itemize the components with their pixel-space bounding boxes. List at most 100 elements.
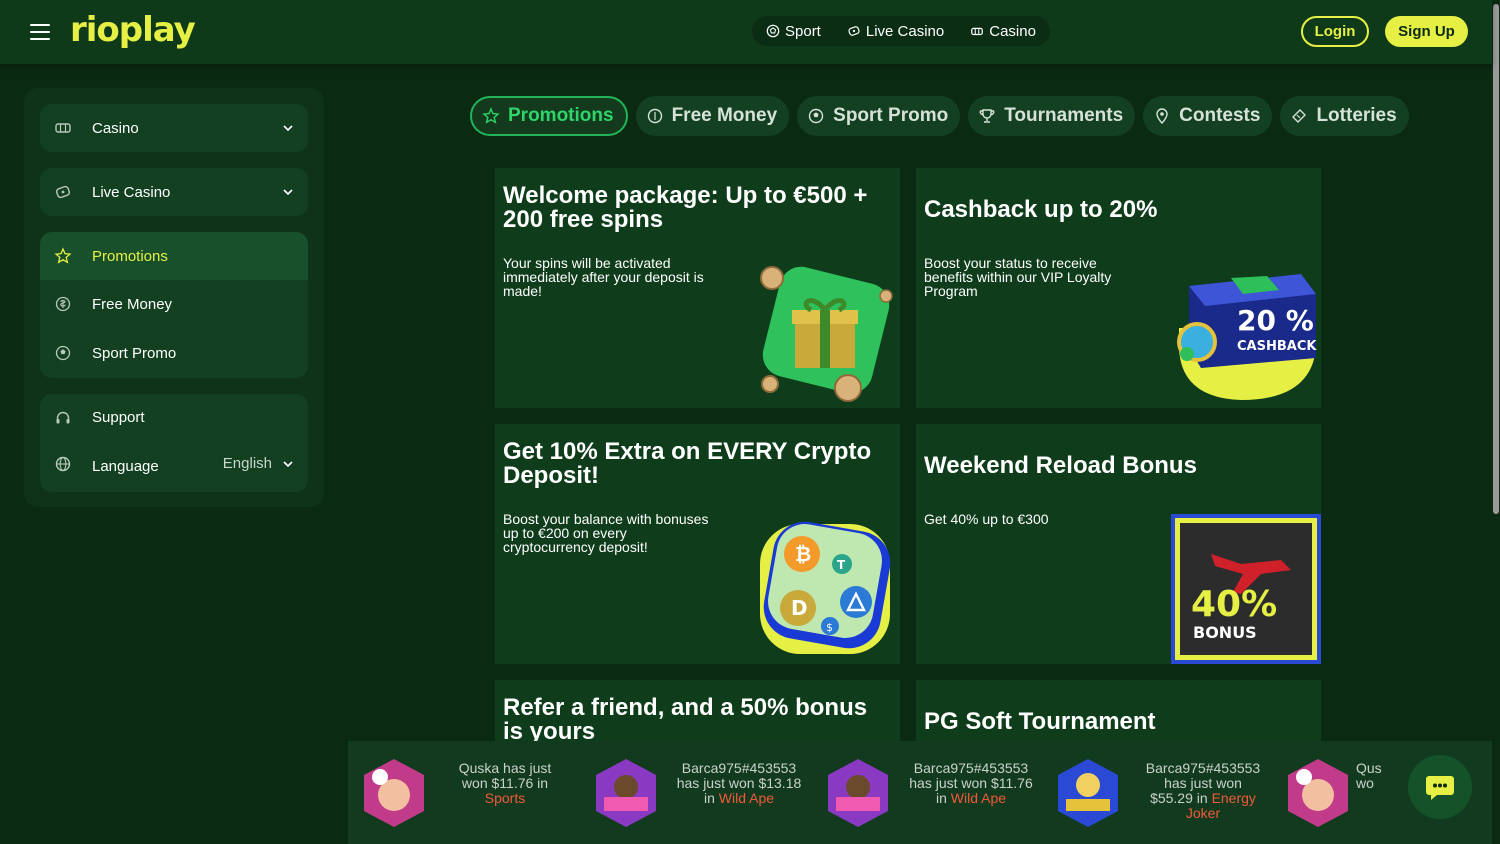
nav-live-casino-label: Live Casino	[865, 22, 945, 40]
sidebar-item-label: Free Money	[92, 296, 173, 313]
game-thumbnail	[1288, 759, 1348, 827]
nav-casino[interactable]: Casino	[970, 23, 1036, 40]
promo-desc: Your spins will be activated immediately…	[503, 255, 704, 299]
svg-text:D: D	[791, 596, 808, 620]
cashback-word: CASHBACK	[1237, 339, 1317, 354]
tab-label: Promotions	[508, 105, 614, 126]
win-text: Barca975#453553 has just won $13.18 in Wil…	[676, 760, 802, 806]
promo-tabs: Promotions Free Money Sport Promo Tourna…	[470, 96, 1409, 136]
game-thumbnail	[828, 759, 888, 827]
nav-live-casino[interactable]: Live Casino	[847, 23, 944, 40]
promo-card-pg-soft[interactable]: PG Soft Tournament	[916, 680, 1321, 741]
language-value[interactable]: English	[223, 455, 272, 472]
sidebar-item-live-casino[interactable]: Live Casino	[40, 168, 308, 216]
gift-box-illustration	[760, 266, 893, 402]
nav-sport-label: Sport	[785, 22, 821, 40]
bonus-percent: 40%	[1191, 584, 1277, 625]
chat-button[interactable]	[1408, 755, 1472, 819]
promo-title: PG Soft Tournament	[924, 708, 1156, 735]
scrollbar-thumb[interactable]	[1493, 4, 1499, 514]
tab-label: Sport Promo	[833, 105, 949, 126]
headset-icon	[56, 411, 70, 424]
game-thumbnail	[1058, 759, 1118, 827]
sidebar-item-promotions[interactable]: Promotions	[40, 232, 308, 280]
svg-text:T: T	[837, 558, 846, 572]
top-nav: Sport Live Casino Casino	[752, 16, 1050, 46]
sidebar-item-sport-promo[interactable]: Sport Promo	[40, 329, 308, 378]
ticket-icon	[1292, 109, 1307, 123]
promo-title: Get 10% Extra on EVERY Crypto Deposit!	[503, 438, 872, 489]
top-header: rioplay Sport Live Casino Casino Login S…	[0, 0, 1492, 64]
promo-desc: Boost your status to receive benefits wi…	[924, 255, 1112, 299]
win-text: Qus wo	[1356, 760, 1382, 791]
tab-lotteries[interactable]: Lotteries	[1280, 96, 1409, 136]
sidebar-group-casino: Casino	[40, 104, 308, 152]
chat-icon	[1426, 776, 1454, 800]
tab-label: Contests	[1179, 105, 1261, 126]
star-icon	[482, 107, 500, 124]
chevron-down-icon[interactable]	[282, 458, 294, 470]
promo-title: Cashback up to 20%	[924, 196, 1158, 223]
promo-card-crypto[interactable]: Get 10% Extra on EVERY Crypto Deposit! B…	[495, 424, 900, 664]
promo-desc: Boost your balance with bonuses up to €2…	[503, 511, 709, 555]
casino-icon	[971, 27, 984, 36]
sidebar-group-settings: Support Language English	[40, 394, 308, 492]
sidebar-item-label: Live Casino	[92, 183, 171, 201]
login-button[interactable]: Login	[1301, 16, 1369, 47]
money-icon	[647, 108, 662, 124]
globe-icon	[55, 456, 71, 472]
promo-title: Welcome package: Up to €500 + 200 free s…	[503, 182, 868, 233]
promo-title: Weekend Reload Bonus	[924, 452, 1197, 479]
sidebar-item-label: Sport Promo	[92, 345, 177, 362]
nav-sport[interactable]: Sport	[766, 23, 821, 40]
sidebar: Casino Live Casino Promotions Free Money…	[24, 88, 324, 507]
tab-tournaments[interactable]: Tournaments	[968, 96, 1136, 136]
tab-free-money[interactable]: Free Money	[635, 96, 790, 136]
win-text: Quska has just won $11.76 in Sports	[458, 760, 552, 806]
menu-icon[interactable]	[30, 24, 50, 40]
bonus-word: BONUS	[1193, 623, 1257, 642]
trophy-icon	[979, 109, 995, 123]
cashback-badge-illustration: 20 % CASHBACK	[1177, 274, 1317, 400]
sidebar-item-free-money[interactable]: Free Money	[40, 280, 308, 329]
sidebar-item-label: Language	[92, 457, 159, 475]
pin-icon	[1156, 108, 1168, 125]
crypto-coins-illustration: ₿ T D $	[760, 521, 891, 654]
promo-card-cashback[interactable]: Cashback up to 20% Boost your status to …	[916, 168, 1321, 408]
sidebar-item-label: Casino	[92, 119, 139, 137]
tab-sport-promo[interactable]: Sport Promo	[797, 96, 961, 136]
signup-button[interactable]: Sign Up	[1385, 16, 1468, 47]
promo-card-refer-friend[interactable]: Refer a friend, and a 50% bonus is yours	[495, 680, 900, 741]
game-thumbnail	[364, 759, 424, 827]
tab-promotions[interactable]: Promotions	[470, 96, 628, 136]
sidebar-item-support[interactable]: Support	[40, 394, 308, 440]
sidebar-item-label: Promotions	[92, 247, 168, 265]
tab-contests[interactable]: Contests	[1143, 96, 1273, 136]
sport-promo-icon	[808, 108, 824, 124]
nav-casino-label: Casino	[989, 22, 1036, 40]
live-casino-icon	[55, 185, 71, 199]
svg-text:₿: ₿	[795, 542, 811, 566]
chevron-down-icon[interactable]	[282, 186, 294, 198]
svg-text:$: $	[826, 621, 833, 634]
sidebar-item-casino[interactable]: Casino	[40, 104, 308, 152]
win-text: Barca975#453553 has just won $11.76 in Wil…	[909, 760, 1033, 806]
star-icon	[54, 247, 72, 264]
live-casino-icon	[848, 26, 860, 36]
bonus-badge-illustration: 40% BONUS	[1171, 514, 1321, 664]
game-thumbnail	[596, 759, 656, 827]
sport-promo-icon	[55, 345, 71, 361]
promo-card-weekend-reload[interactable]: Weekend Reload Bonus Get 40% up to €300 …	[916, 424, 1321, 664]
chevron-down-icon[interactable]	[282, 122, 294, 134]
football-icon	[766, 24, 780, 38]
logo[interactable]: rioplay	[70, 10, 196, 50]
tab-label: Lotteries	[1316, 105, 1397, 126]
sidebar-item-language[interactable]: Language English	[40, 440, 308, 492]
promo-desc: Get 40% up to €300	[924, 511, 1049, 527]
tab-label: Tournaments	[1004, 105, 1124, 126]
tab-label: Free Money	[671, 105, 778, 126]
promo-card-welcome[interactable]: Welcome package: Up to €500 + 200 free s…	[495, 168, 900, 408]
cashback-percent: 20 %	[1237, 304, 1314, 337]
recent-wins-ticker: Quska has just won $11.76 in Sports Barca9…	[348, 741, 1492, 844]
sidebar-item-label: Support	[92, 408, 145, 426]
